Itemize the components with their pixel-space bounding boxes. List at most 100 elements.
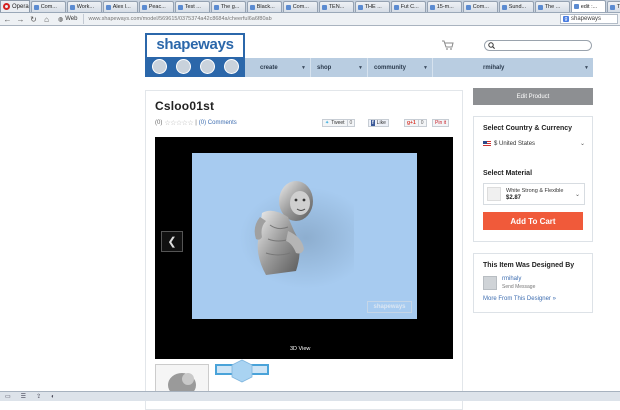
web-label: Web [65, 16, 78, 22]
reload-icon[interactable]: ↻ [28, 14, 39, 25]
speed-dial-icon[interactable]: ☰ [21, 393, 26, 400]
home-icon[interactable]: ⌂ [41, 14, 52, 25]
tab-label: TEN... [328, 4, 345, 10]
chevron-down-icon: ⌄ [579, 141, 585, 147]
address-bar: ← → ↻ ⌂ ◍ Web www.shapeways.com/model/56… [0, 13, 620, 26]
tab-label: Com... [40, 4, 57, 10]
browser-tab[interactable]: edit :... [570, 0, 606, 12]
tab-favicon-icon [465, 4, 471, 10]
rating-count: (0) [155, 120, 163, 126]
tab-favicon-icon [357, 4, 363, 10]
previous-image-button[interactable]: ❮ [161, 231, 183, 252]
opera-menu-button[interactable]: Opera [0, 0, 30, 12]
browser-tab-bar: Opera Com... Work... Alex l... Peac... Test … [0, 0, 620, 13]
tab-label: The g... [220, 4, 240, 10]
tab-label: Test ... [184, 4, 201, 10]
like-button[interactable]: f Like [368, 119, 389, 127]
tab-favicon-icon [69, 4, 75, 10]
site-search-input[interactable] [484, 40, 592, 51]
browser-tab[interactable]: Com... [282, 1, 318, 12]
avatar[interactable] [483, 276, 497, 290]
browser-search-input[interactable]: g shapeways [560, 14, 618, 24]
browser-tab[interactable]: The g... [210, 1, 246, 12]
nav-create[interactable]: create ▼ [245, 58, 311, 77]
chevron-down-icon: ▼ [358, 64, 363, 71]
tab-favicon-icon [33, 4, 39, 10]
globe-icon: ◍ [58, 16, 64, 23]
browser-tab[interactable]: Work... [66, 1, 102, 12]
nav-shop-label: shop [317, 64, 332, 71]
tab-favicon-icon [141, 4, 147, 10]
browser-tab[interactable]: Alex l... [102, 1, 138, 12]
tab-label: THE ... [364, 4, 382, 10]
search-icon [488, 42, 495, 49]
tab-label: Fut C... [400, 4, 419, 10]
edit-product-button[interactable]: Edit Product [473, 88, 593, 105]
logo-icon-strip [147, 57, 243, 75]
browser-status-bar: ▭ ☰ ⇪ ◐ [0, 391, 620, 401]
material-name: White Strong & Flexible [506, 187, 564, 194]
country-select[interactable]: $ United States ⌄ [483, 138, 585, 149]
material-select[interactable]: White Strong & Flexible $2.87 ⌄ [483, 183, 585, 205]
shapeways-logo[interactable]: shapeways [145, 33, 245, 77]
nav-shop[interactable]: shop ▼ [311, 58, 368, 77]
browser-tab[interactable]: Black... [246, 1, 282, 12]
browser-tab[interactable]: Tho... [606, 1, 620, 12]
web-badge[interactable]: ◍ Web [58, 14, 85, 24]
nav-account[interactable]: rmihaly ▼ [433, 58, 593, 77]
browser-tab[interactable]: Com... [462, 1, 498, 12]
forward-arrow-icon[interactable]: → [15, 14, 26, 25]
more-from-designer-link[interactable]: More From This Designer » [483, 296, 556, 302]
nav-community-label: community [374, 64, 407, 71]
browser-tab[interactable]: THE ... [354, 1, 390, 12]
tab-favicon-icon [573, 4, 579, 9]
gplus-button[interactable]: g+1 0 [404, 119, 427, 127]
egg-icon [223, 58, 239, 74]
facebook-icon: f [371, 120, 375, 126]
browser-tab[interactable]: Sund... [498, 1, 534, 12]
url-input[interactable]: www.shapeways.com/model/569615/0375374a4… [88, 14, 498, 24]
share-icon[interactable]: ⇪ [36, 393, 41, 400]
zoom-icon[interactable]: ◐ [51, 394, 55, 400]
comments-link[interactable]: (0) Comments [199, 120, 237, 126]
like-label: Like [376, 120, 386, 126]
chevron-down-icon: ⌄ [574, 191, 580, 198]
send-message-link[interactable]: Send Message [502, 284, 535, 290]
tab-label: Peac... [148, 4, 166, 10]
browser-tab[interactable]: Fut C... [390, 1, 426, 12]
thumbnail-3d-view[interactable] [215, 359, 269, 383]
tab-favicon-icon [537, 4, 543, 10]
tab-strip: Com... Work... Alex l... Peac... Test ... The… [30, 0, 620, 12]
designer-name-link[interactable]: rmihaly [502, 276, 521, 282]
ring-icon [199, 58, 215, 74]
model-render[interactable]: shapeways [192, 153, 417, 319]
panel-toggle-icon[interactable]: ▭ [5, 393, 11, 400]
browser-tab[interactable]: Com... [30, 1, 66, 12]
tab-favicon-icon [609, 4, 615, 10]
browser-tab[interactable]: Test ... [174, 1, 210, 12]
shapeways-watermark: shapeways [367, 301, 412, 313]
twitter-bird-icon: ✦ [325, 120, 330, 126]
tab-label: Black... [256, 4, 275, 10]
back-arrow-icon[interactable]: ← [2, 14, 13, 25]
opera-logo-icon [3, 3, 10, 10]
material-heading: Select Material [483, 170, 533, 177]
nav-community[interactable]: community ▼ [368, 58, 433, 77]
tab-label: edit :... [580, 3, 598, 10]
3d-view-label[interactable]: 3D View [290, 346, 310, 352]
gear-sphere-icon [151, 58, 167, 74]
tab-favicon-icon [501, 4, 507, 10]
browser-tab[interactable]: TEN... [318, 1, 354, 12]
tweet-button[interactable]: ✦ Tweet 0 [322, 119, 356, 127]
tab-favicon-icon [177, 4, 183, 10]
rating-stars[interactable]: ☆☆☆☆☆ [164, 119, 193, 127]
rating-separator: | [195, 120, 197, 126]
browser-tab[interactable]: 15-m... [426, 1, 462, 12]
add-to-cart-button[interactable]: Add To Cart [483, 212, 583, 230]
google-icon: g [563, 16, 569, 22]
browser-tab[interactable]: Peac... [138, 1, 174, 12]
tweet-count: 0 [346, 120, 352, 126]
browser-tab[interactable]: The ... [534, 1, 570, 12]
pinit-button[interactable]: Pin it [432, 119, 450, 127]
cart-icon[interactable] [442, 40, 454, 50]
